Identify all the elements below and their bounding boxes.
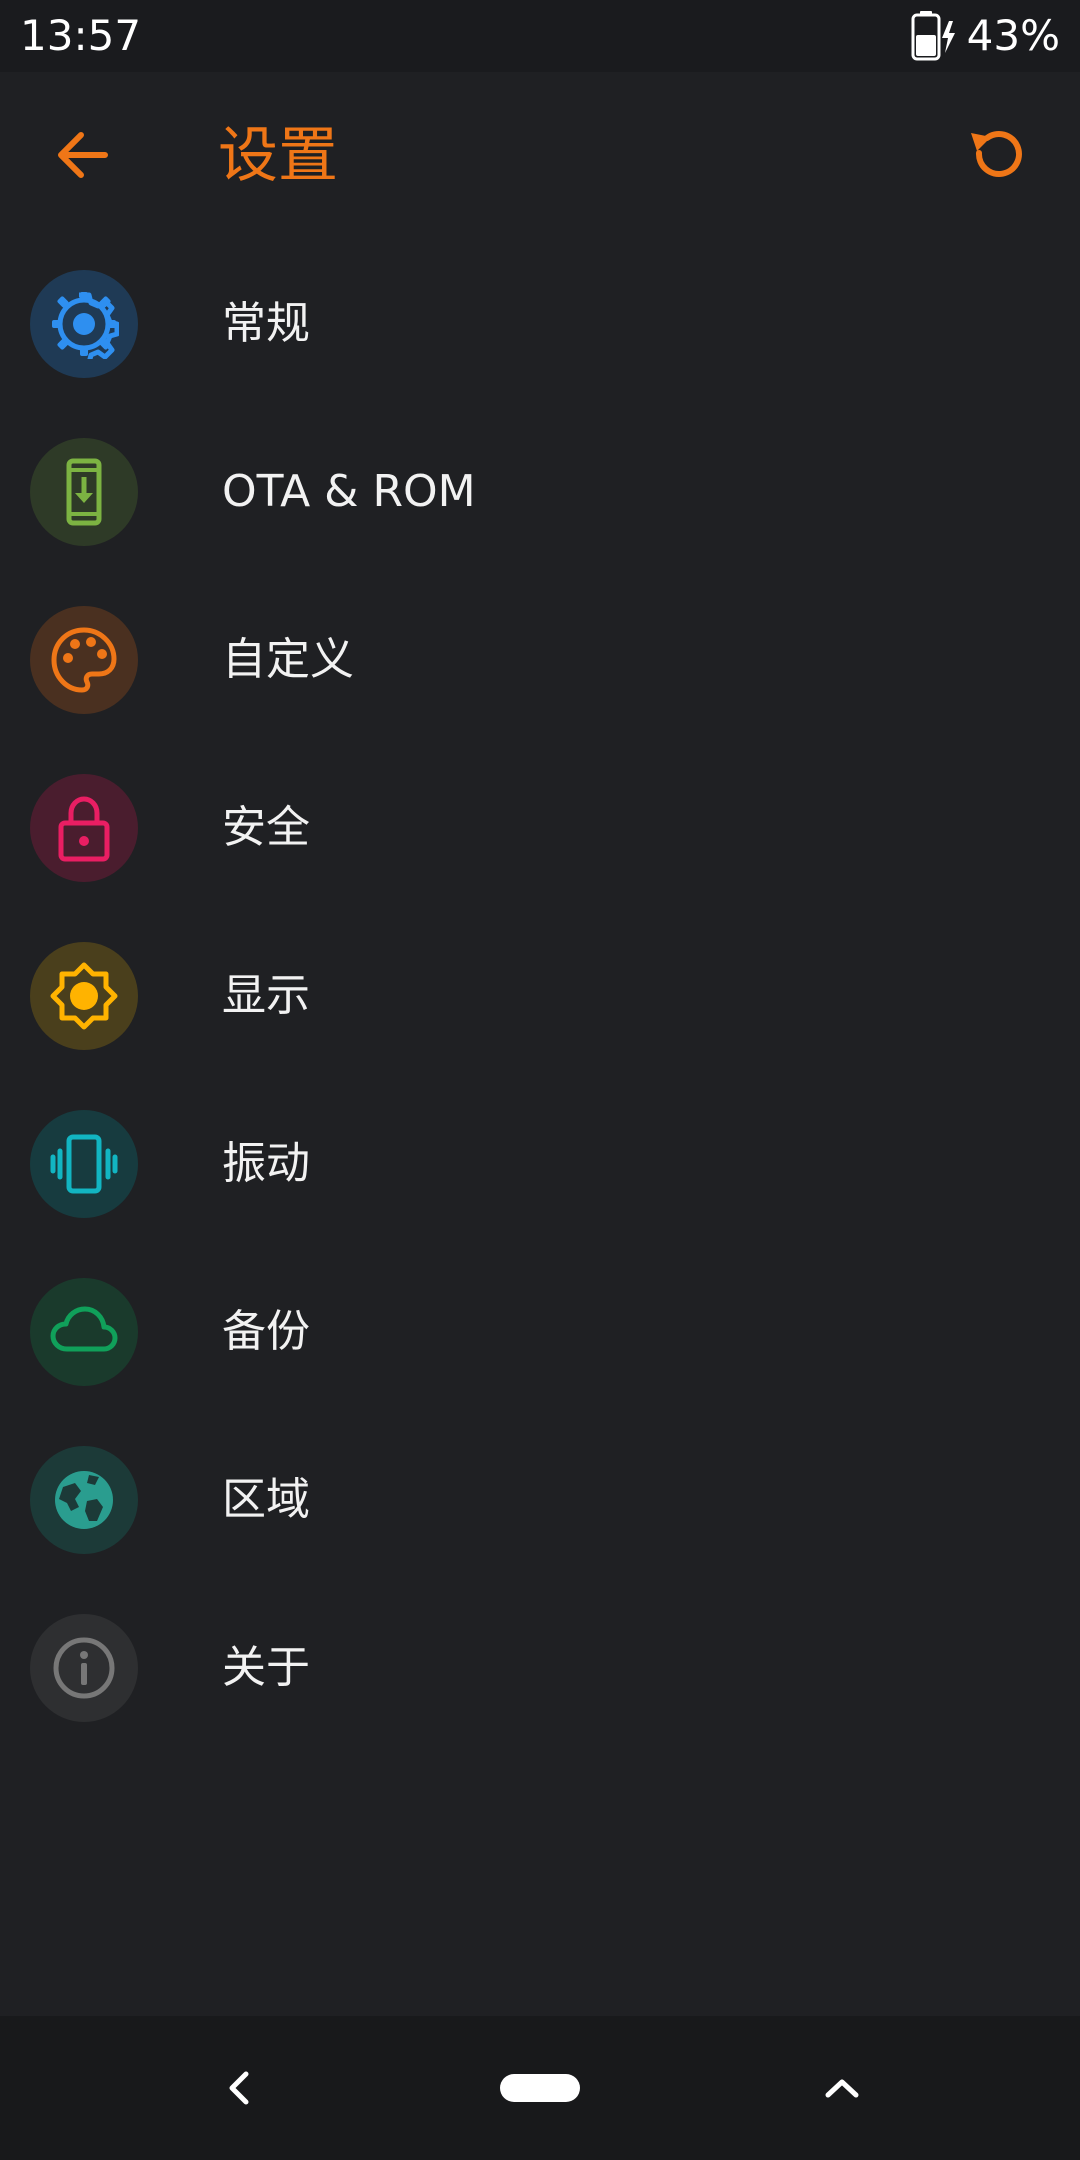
nav-recents-button[interactable]: [812, 2058, 872, 2118]
icon-container: [30, 606, 138, 714]
menu-item-display[interactable]: 显示: [0, 912, 1080, 1080]
lock-icon: [58, 796, 110, 862]
menu-item-label: OTA & ROM: [222, 466, 476, 517]
menu-item-backup[interactable]: 备份: [0, 1248, 1080, 1416]
settings-menu: 常规 OTA & ROM 自定义 安全 显示 振动 备份 区域 关于: [0, 240, 1080, 1752]
menu-item-label: 关于: [222, 1642, 310, 1693]
menu-item-security[interactable]: 安全: [0, 744, 1080, 912]
palette-icon: [51, 627, 117, 693]
cloud-icon: [50, 1306, 118, 1352]
menu-item-region[interactable]: 区域: [0, 1416, 1080, 1584]
navigation-bar: [0, 2016, 1080, 2160]
nav-back-button[interactable]: [210, 2058, 270, 2118]
menu-item-vibration[interactable]: 振动: [0, 1080, 1080, 1248]
battery-charging-icon: [911, 11, 957, 61]
icon-container: [30, 774, 138, 882]
status-time: 13:57: [20, 11, 142, 60]
back-button[interactable]: [40, 112, 126, 198]
menu-item-label: 显示: [222, 970, 310, 1021]
status-bar: 13:57 43%: [0, 0, 1080, 72]
phone-download-icon: [66, 458, 102, 526]
menu-item-general[interactable]: 常规: [0, 240, 1080, 408]
menu-item-about[interactable]: 关于: [0, 1584, 1080, 1752]
nav-home-button[interactable]: [500, 2074, 580, 2102]
menu-item-ota-rom[interactable]: OTA & ROM: [0, 408, 1080, 576]
menu-item-label: 备份: [222, 1306, 310, 1357]
icon-container: [30, 942, 138, 1050]
status-indicators: 43%: [911, 8, 1060, 64]
menu-item-label: 振动: [222, 1138, 310, 1189]
app-bar: 设置: [0, 72, 1080, 242]
refresh-icon: [971, 131, 1022, 178]
page-title: 设置: [218, 121, 338, 191]
icon-container: [30, 1110, 138, 1218]
gear-icon: [52, 292, 119, 359]
reset-button[interactable]: [954, 112, 1040, 198]
info-icon: [53, 1637, 115, 1699]
icon-container: [30, 1614, 138, 1722]
menu-item-customize[interactable]: 自定义: [0, 576, 1080, 744]
chevron-up-icon: [825, 2079, 859, 2098]
brightness-icon: [50, 962, 118, 1030]
chevron-left-icon: [229, 2071, 249, 2105]
icon-container: [30, 270, 138, 378]
icon-container: [30, 438, 138, 546]
icon-container: [30, 1446, 138, 1554]
menu-item-label: 区域: [222, 1474, 310, 1525]
vibration-icon: [50, 1134, 118, 1194]
menu-item-label: 自定义: [222, 634, 354, 685]
arrow-back-icon: [58, 132, 108, 178]
battery-percent: 43%: [966, 11, 1060, 60]
settings-screen: 13:57 43% 设置 常规 OTA & ROM 自定义 安全 显示 振动 备…: [0, 0, 1080, 2160]
menu-item-label: 常规: [222, 298, 310, 349]
icon-container: [30, 1278, 138, 1386]
globe-icon: [55, 1471, 113, 1529]
menu-item-label: 安全: [222, 802, 310, 853]
